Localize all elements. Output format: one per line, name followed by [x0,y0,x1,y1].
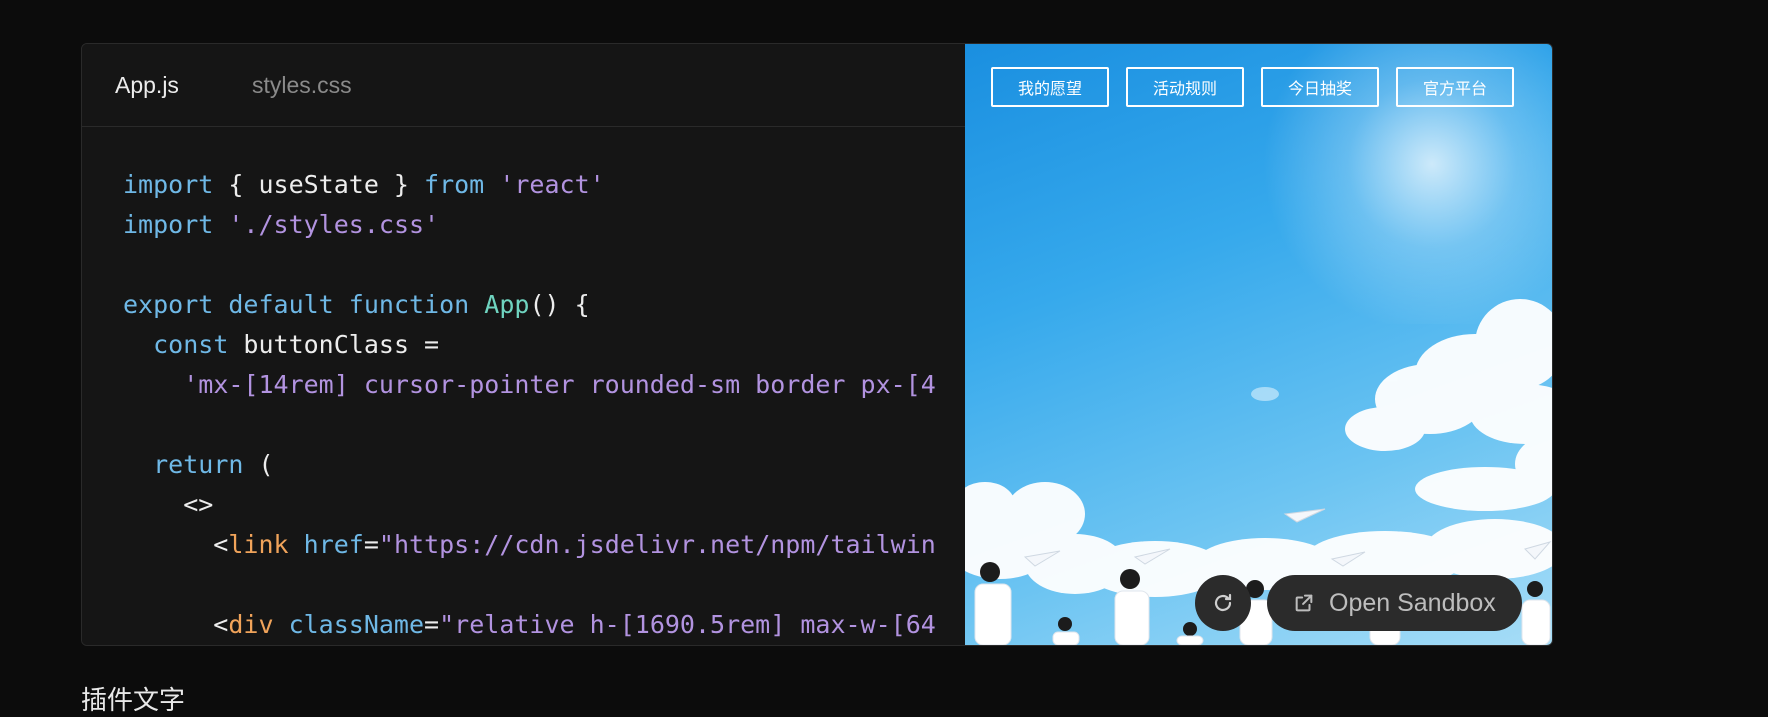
code-token: import [123,210,214,239]
tab-app-js[interactable]: App.js [115,72,179,99]
external-link-icon [1295,594,1313,612]
preview-actions: Open Sandbox [1195,575,1522,631]
code-token: from [424,170,485,199]
nav-button-daily-draw[interactable]: 今日抽奖 [1261,67,1379,107]
code-line: const buttonClass = [123,325,936,365]
preview-nav: 我的愿望 活动规则 今日抽奖 官方平台 [991,67,1514,107]
code-token: "https://cdn.jsdelivr.net/npm/tailwin [378,530,936,559]
tab-styles-css[interactable]: styles.css [252,72,352,99]
file-tabs: App.js styles.css [82,44,965,127]
code-token: 'mx-[14rem] cursor-pointer rounded-sm bo… [183,370,936,399]
code-token: 'react' [499,170,605,199]
refresh-icon [1214,593,1232,612]
code-token: './styles.css' [228,210,440,239]
code-token: buttonClass = [228,330,440,359]
code-token: { useState } [213,170,425,199]
open-sandbox-label: Open Sandbox [1329,588,1496,617]
code-line: import { useState } from 'react' [123,165,936,205]
code-token: < [123,610,229,639]
code-token: "relative h-[1690.5rem] max-w-[64 [439,610,936,639]
code-line: <div className="relative h-[1690.5rem] m… [123,605,936,645]
code-token: default [228,290,334,319]
code-token: < [123,530,229,559]
code-line: export default function App() { [123,285,936,325]
code-token: className [288,610,425,639]
nav-button-rules[interactable]: 活动规则 [1126,67,1244,107]
nav-button-my-wish[interactable]: 我的愿望 [991,67,1109,107]
code-line: import './styles.css' [123,205,936,245]
code-line: return ( [123,445,936,485]
code-token: return [153,450,244,479]
refresh-button[interactable] [1195,575,1251,631]
sky-scene [965,299,1552,645]
code-content[interactable]: import { useState } from 'react' import '… [123,165,936,645]
code-token: ( [243,450,274,479]
code-line: <> [123,485,936,525]
code-editor: App.js styles.css import { useState } fr… [82,44,965,645]
code-token: = [424,610,440,639]
nav-button-official[interactable]: 官方平台 [1396,67,1514,107]
code-token: <> [123,490,214,519]
code-token: function [348,290,470,319]
code-token: link [228,530,289,559]
preview-pane: 我的愿望 活动规则 今日抽奖 官方平台 Open Sandbox [965,44,1552,645]
code-line: <link href="https://cdn.jsdelivr.net/npm… [123,525,936,565]
code-line: 'mx-[14rem] cursor-pointer rounded-sm bo… [123,365,936,405]
code-token: () { [529,290,590,319]
code-token: export [123,290,214,319]
code-token: = [363,530,379,559]
open-sandbox-button[interactable]: Open Sandbox [1267,575,1522,631]
code-token: href [303,530,364,559]
code-token: import [123,170,214,199]
code-token: div [228,610,274,639]
section-heading: 插件文字 [81,685,186,715]
code-token: App [484,290,530,319]
sandpack-container: App.js styles.css import { useState } fr… [81,43,1553,646]
code-token: const [153,330,229,359]
